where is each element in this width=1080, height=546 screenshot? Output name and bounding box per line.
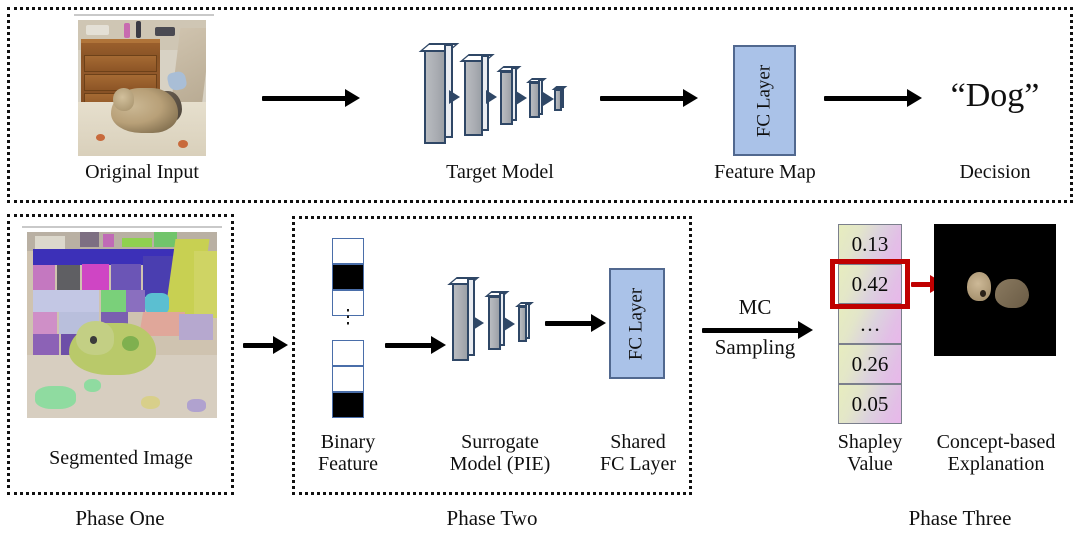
- original-input-rule: [74, 14, 214, 16]
- target-model-layer-1: [418, 43, 460, 144]
- target-model-caption: Target Model: [446, 161, 554, 183]
- mc-sampling-label-bottom: Sampling: [714, 335, 796, 359]
- shared-fc-layer-box: FC Layer: [609, 268, 665, 379]
- binary-feature-cell-3: [332, 340, 364, 366]
- target-model-connector-1: [449, 90, 460, 104]
- feature-map-caption: Feature Map: [714, 161, 816, 183]
- feature-map-box: FC Layer: [733, 45, 796, 156]
- phase-three-label: Phase Three: [908, 506, 1012, 530]
- decision-value: “Dog”: [950, 77, 1040, 114]
- target-model-connector-3: [516, 91, 527, 105]
- target-model-connector-4: [543, 92, 554, 106]
- surrogate-model-layer-3: [515, 302, 534, 342]
- binary-feature-cell-4: [332, 366, 364, 392]
- shared-fc-caption: Shared FC Layer: [599, 431, 677, 475]
- concept-explanation-image: [934, 224, 1056, 356]
- decision-caption: Decision: [959, 161, 1031, 183]
- shapley-value-column: 0.13 0.42 … 0.26 0.05: [838, 224, 902, 424]
- shared-fc-layer-box-label: FC Layer: [625, 287, 647, 360]
- segmented-image-caption: Segmented Image: [49, 447, 193, 469]
- original-input-caption: Original Input: [85, 161, 199, 183]
- target-model-layer-2: [459, 54, 495, 136]
- phase-one-label: Phase One: [75, 506, 165, 530]
- target-model-connector-2: [486, 90, 497, 104]
- segmented-image: [27, 232, 217, 418]
- shapley-highlight-box: [830, 259, 910, 309]
- shapley-caption: Shapley Value: [837, 431, 903, 475]
- shapley-cell-0[interactable]: 0.13: [838, 224, 902, 264]
- binary-feature-cell-0: [332, 238, 364, 264]
- surrogate-model-layer-1: [447, 277, 480, 361]
- binary-feature-cell-5: [332, 392, 364, 418]
- surrogate-model-connector-1: [473, 316, 484, 330]
- segmented-image-rule: [22, 226, 222, 228]
- target-model-layer-4: [526, 78, 547, 118]
- shapley-cell-3[interactable]: 0.26: [838, 344, 902, 384]
- surrogate-model-connector-2: [504, 317, 515, 331]
- target-model-layer-5: [551, 86, 568, 111]
- surrogate-model-layer-2: [484, 291, 510, 350]
- mc-sampling-label-top: MC: [738, 295, 772, 319]
- phase-two-label: Phase Two: [446, 506, 538, 530]
- binary-feature-caption: Binary Feature: [318, 431, 378, 475]
- binary-feature-cell-1: [332, 264, 364, 290]
- shapley-cell-2[interactable]: …: [838, 304, 902, 344]
- binary-feature-ellipsis: ⋮: [338, 307, 358, 328]
- shapley-cell-4[interactable]: 0.05: [838, 384, 902, 424]
- feature-map-box-label: FC Layer: [753, 64, 775, 137]
- target-model-layer-3: [496, 66, 522, 125]
- concept-explanation-caption: Concept-based Explanation: [936, 431, 1056, 475]
- surrogate-model-caption: Surrogate Model (PIE): [449, 431, 551, 475]
- original-input-image: [78, 20, 206, 156]
